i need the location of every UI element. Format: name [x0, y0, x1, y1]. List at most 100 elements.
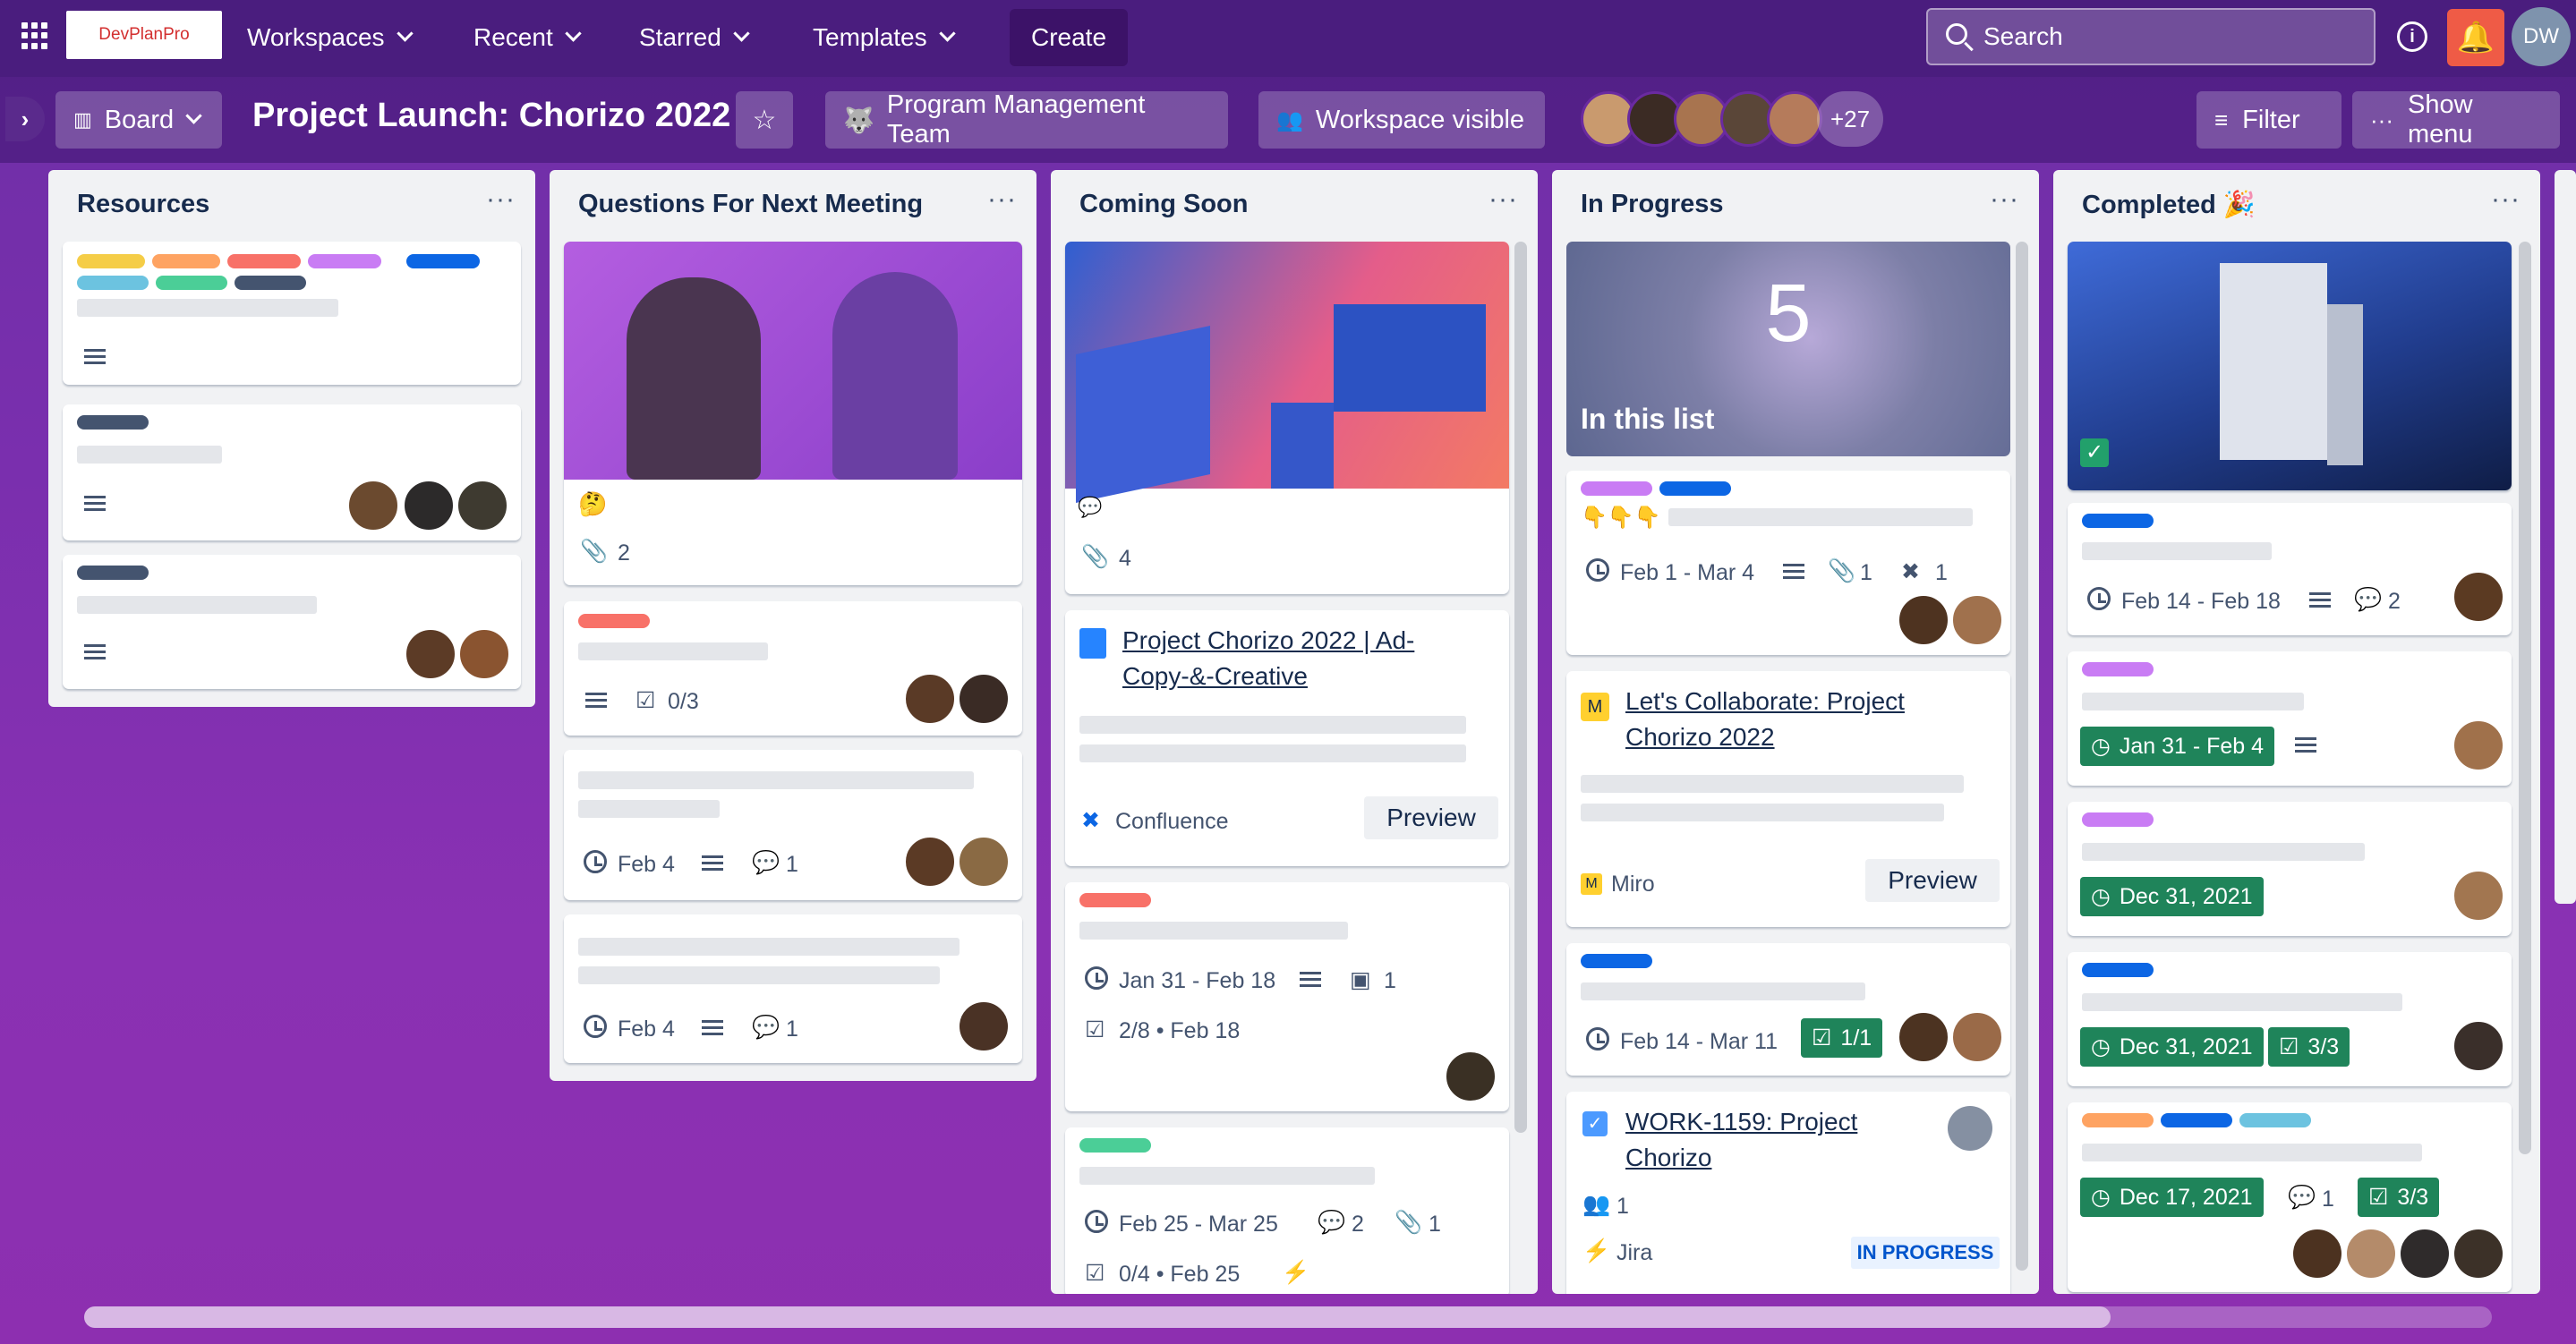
- scrollbar-thumb[interactable]: [84, 1306, 2111, 1328]
- avatar[interactable]: [2452, 1020, 2504, 1072]
- recent-menu[interactable]: Recent: [473, 13, 582, 63]
- card[interactable]: Feb 14 - Mar 11 ☑ 1/1: [1566, 943, 2010, 1076]
- search-input[interactable]: Search: [1926, 8, 2376, 65]
- card[interactable]: Project Chorizo 2022 | Ad-Copy-&-Creativ…: [1065, 610, 1509, 866]
- templates-menu[interactable]: Templates: [813, 13, 956, 63]
- avatar[interactable]: [403, 480, 455, 532]
- card[interactable]: 🤔 📎 2: [564, 242, 1022, 585]
- sidebar-expand-icon[interactable]: ›: [5, 97, 45, 141]
- card[interactable]: ☑ 0/3: [564, 601, 1022, 736]
- card[interactable]: ◷ Dec 31, 2021 ☑ 3/3: [2068, 952, 2512, 1086]
- label[interactable]: [152, 254, 220, 268]
- label[interactable]: [1581, 481, 1652, 496]
- label[interactable]: [2082, 1113, 2154, 1127]
- card-cover-image[interactable]: ✓: [2068, 242, 2512, 490]
- label[interactable]: [156, 276, 227, 290]
- list-title[interactable]: Coming Soon: [1079, 190, 1248, 219]
- avatar[interactable]: [1951, 594, 2003, 646]
- label[interactable]: [2161, 1113, 2232, 1127]
- starred-menu[interactable]: Starred: [639, 13, 750, 63]
- avatar[interactable]: [405, 628, 456, 680]
- card[interactable]: [63, 242, 521, 385]
- card-link-title[interactable]: Project Chorizo 2022 | Ad-Copy-&-Creativ…: [1122, 623, 1480, 694]
- list-menu-icon[interactable]: ···: [2491, 184, 2521, 215]
- avatar[interactable]: [1898, 594, 1949, 646]
- member-avatar[interactable]: [1767, 91, 1822, 147]
- avatar[interactable]: [2452, 571, 2504, 623]
- card[interactable]: ◷ Jan 31 - Feb 4: [2068, 651, 2512, 786]
- label[interactable]: [578, 614, 650, 628]
- filter-button[interactable]: ≡ Filter: [2196, 91, 2341, 149]
- card[interactable]: Feb 4 💬 1: [564, 914, 1022, 1063]
- avatar[interactable]: [2452, 1228, 2504, 1280]
- avatar[interactable]: [2345, 1228, 2397, 1280]
- avatar[interactable]: [904, 673, 956, 725]
- board-title[interactable]: Project Launch: Chorizo 2022: [252, 97, 730, 135]
- list-title[interactable]: Completed 🎉: [2082, 190, 2256, 220]
- list-menu-icon[interactable]: ···: [1488, 184, 1518, 215]
- label[interactable]: [2082, 514, 2154, 528]
- more-members-count[interactable]: +27: [1817, 91, 1883, 147]
- label[interactable]: [235, 276, 306, 290]
- label[interactable]: [2082, 812, 2154, 827]
- card[interactable]: ◷ Dec 31, 2021: [2068, 802, 2512, 936]
- list-menu-icon[interactable]: ···: [1990, 184, 2019, 215]
- board-view-switcher[interactable]: ▥ Board: [55, 91, 222, 149]
- label[interactable]: [77, 276, 149, 290]
- avatar[interactable]: [1898, 1011, 1949, 1063]
- label[interactable]: [1659, 481, 1731, 496]
- label[interactable]: [2239, 1113, 2311, 1127]
- card-link-title[interactable]: WORK-1159: Project Chorizo: [1625, 1104, 1930, 1176]
- avatar[interactable]: [347, 480, 399, 532]
- card[interactable]: Feb 4 💬 1: [564, 750, 1022, 900]
- avatar[interactable]: [2291, 1228, 2343, 1280]
- app-logo[interactable]: DevPlanPro: [66, 11, 222, 59]
- preview-button[interactable]: Preview: [1865, 859, 2000, 902]
- avatar[interactable]: [904, 836, 956, 888]
- info-icon[interactable]: i: [2397, 21, 2427, 52]
- card[interactable]: 👇👇👇 Feb 1 - Mar 4 📎 1 ✖ 1: [1566, 471, 2010, 655]
- label[interactable]: [227, 254, 301, 268]
- show-menu-button[interactable]: ··· Show menu: [2352, 90, 2560, 149]
- list-scrollbar[interactable]: [2519, 242, 2531, 1154]
- avatar[interactable]: [958, 836, 1010, 888]
- create-button[interactable]: Create: [1010, 9, 1128, 66]
- label[interactable]: [77, 415, 149, 430]
- star-board-icon[interactable]: ☆: [736, 91, 793, 149]
- card[interactable]: Feb 25 - Mar 25 💬 2 📎 1 ☑ 0/4 • Feb 25 ⚡: [1065, 1127, 1509, 1294]
- list-title[interactable]: In Progress: [1581, 190, 1724, 219]
- card[interactable]: Feb 14 - Feb 18 💬 2: [2068, 503, 2512, 635]
- visibility-button[interactable]: 👥 Workspace visible: [1258, 91, 1545, 149]
- list-title[interactable]: Resources: [77, 190, 209, 219]
- label[interactable]: [1079, 1138, 1151, 1153]
- card[interactable]: ✓ WORK-1159: Project Chorizo 👥 1 ⚡ Jira …: [1566, 1092, 2010, 1294]
- label[interactable]: [1079, 893, 1151, 907]
- label[interactable]: [77, 254, 145, 268]
- list-menu-icon[interactable]: ···: [486, 184, 516, 215]
- preview-button[interactable]: Preview: [1364, 796, 1498, 839]
- avatar[interactable]: [456, 480, 508, 532]
- notifications-bell-icon[interactable]: 🔔: [2447, 9, 2504, 66]
- label[interactable]: [2082, 662, 2154, 676]
- label[interactable]: [1581, 954, 1652, 968]
- avatar[interactable]: [1445, 1051, 1497, 1102]
- avatar[interactable]: [958, 1000, 1010, 1052]
- list-scrollbar[interactable]: [2016, 242, 2028, 1271]
- app-switcher-icon[interactable]: [21, 22, 48, 49]
- list-title[interactable]: Questions For Next Meeting: [578, 190, 923, 219]
- label[interactable]: [406, 254, 480, 268]
- card[interactable]: [63, 404, 521, 540]
- label[interactable]: [2082, 963, 2154, 977]
- user-avatar[interactable]: DW: [2512, 7, 2571, 66]
- card[interactable]: ◷ Dec 17, 2021 💬 1 ☑ 3/3: [2068, 1102, 2512, 1292]
- unassigned-avatar-icon[interactable]: [1948, 1106, 1992, 1151]
- card[interactable]: [63, 555, 521, 689]
- card[interactable]: 💬 📎 4: [1065, 242, 1509, 594]
- avatar[interactable]: [458, 628, 510, 680]
- workspaces-menu[interactable]: Workspaces: [247, 13, 414, 63]
- card[interactable]: M Let's Collaborate: Project Chorizo 202…: [1566, 671, 2010, 927]
- avatar[interactable]: [958, 673, 1010, 725]
- list-scrollbar[interactable]: [1514, 242, 1527, 1133]
- board-horizontal-scrollbar[interactable]: [84, 1306, 2492, 1328]
- avatar[interactable]: [1951, 1011, 2003, 1063]
